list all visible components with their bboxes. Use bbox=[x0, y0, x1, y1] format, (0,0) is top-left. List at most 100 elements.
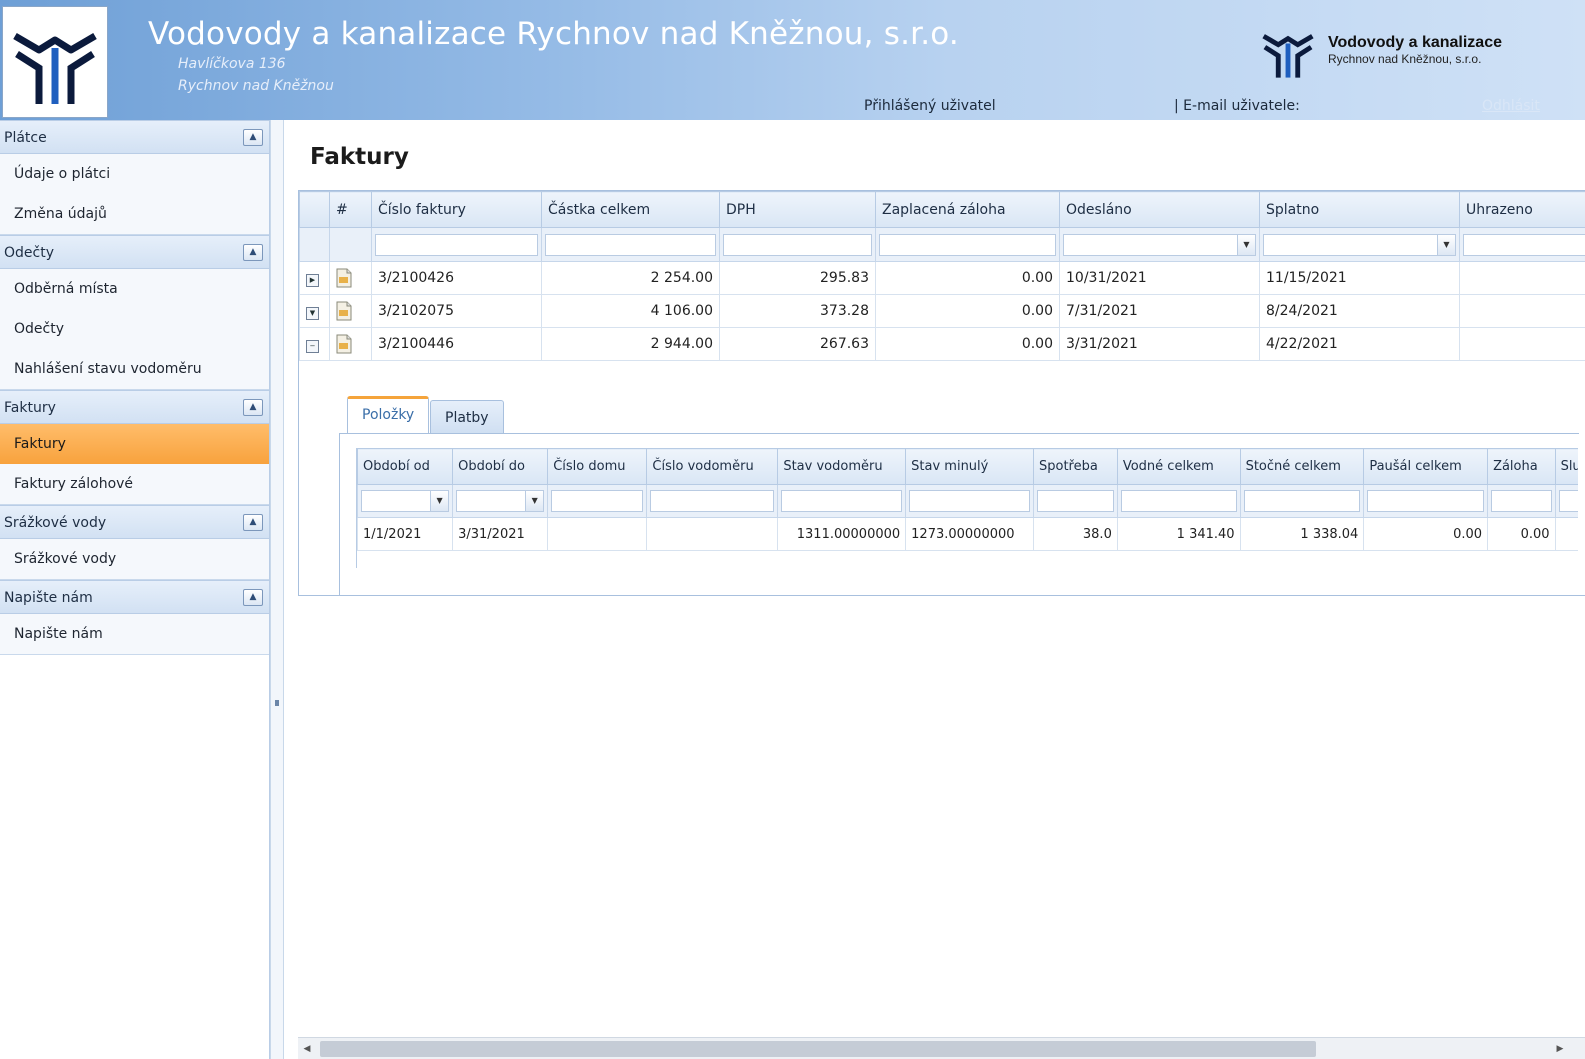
column-header-odeslano[interactable]: Odesláno bbox=[1059, 191, 1260, 228]
filter-sluzby[interactable] bbox=[1558, 490, 1578, 512]
column-header-sluzby[interactable]: Služ bbox=[1554, 448, 1578, 485]
items-grid: Období od Období do Číslo domu Číslo vod… bbox=[356, 448, 1578, 568]
filter-cislo-domu[interactable] bbox=[551, 490, 644, 512]
filter-spotreba[interactable] bbox=[1036, 490, 1114, 512]
company-title: Vodovody a kanalizace Rychnov nad Kněžno… bbox=[148, 16, 959, 52]
filter-stocne-celkem[interactable] bbox=[1243, 490, 1361, 512]
cell-dph: 295.83 bbox=[719, 261, 876, 295]
vak-logo-icon bbox=[13, 32, 97, 104]
column-header-vodne-celkem[interactable]: Vodné celkem bbox=[1116, 448, 1241, 485]
column-header-stav-vodomeru[interactable]: Stav vodoměru bbox=[777, 448, 907, 485]
cell-cislo-faktury: 3/2102075 bbox=[371, 294, 542, 328]
sidebar: Plátce ▲ Údaje o plátci Změna údajů Odeč… bbox=[0, 120, 270, 1059]
collapse-up-icon[interactable]: ▲ bbox=[243, 399, 263, 416]
scrollbar-thumb[interactable] bbox=[320, 1041, 1316, 1057]
column-header-cislo-faktury[interactable]: Číslo faktury bbox=[371, 191, 542, 228]
cell-spotreba: 38.0 bbox=[1032, 517, 1118, 551]
nav-group-header[interactable]: Odečty ▲ bbox=[0, 235, 269, 269]
nav-item-srazkove-vody[interactable]: Srážkové vody bbox=[0, 539, 269, 579]
filter-odeslano[interactable]: ▼ bbox=[1063, 233, 1256, 256]
tab-polozky[interactable]: Položky bbox=[347, 396, 430, 434]
column-header-zaplacena-zaloha[interactable]: Zaplacená záloha bbox=[875, 191, 1060, 228]
column-header-index[interactable]: # bbox=[329, 191, 372, 228]
nav-item-faktury[interactable]: Faktury bbox=[0, 424, 269, 464]
dropdown-arrow-icon[interactable]: ▼ bbox=[1237, 234, 1255, 255]
document-icon[interactable] bbox=[336, 334, 352, 354]
column-header-cislo-vodomeru[interactable]: Číslo vodoměru bbox=[646, 448, 779, 485]
filter-obdobi-do[interactable]: ▼ bbox=[456, 490, 545, 512]
column-header-stocne-celkem[interactable]: Stočné celkem bbox=[1239, 448, 1365, 485]
column-header-pausal-celkem[interactable]: Paušál celkem bbox=[1363, 448, 1489, 485]
nav-group-title: Odečty bbox=[4, 245, 54, 261]
dropdown-arrow-icon[interactable]: ▼ bbox=[525, 491, 544, 511]
user-email-label: | E-mail uživatele: bbox=[1174, 98, 1300, 114]
column-header-dph[interactable]: DPH bbox=[719, 191, 876, 228]
cell-uhrazeno bbox=[1459, 327, 1585, 361]
filter-cislo-vodomeru[interactable] bbox=[650, 490, 775, 512]
nav-item-udaje-o-platci[interactable]: Údaje o plátci bbox=[0, 154, 269, 194]
tab-platby[interactable]: Platby bbox=[430, 400, 504, 434]
filter-pausal-celkem[interactable] bbox=[1367, 490, 1485, 512]
scroll-left-icon[interactable]: ◀ bbox=[300, 1041, 314, 1057]
logout-link[interactable]: Odhlásit bbox=[1482, 98, 1540, 114]
table-row[interactable]: − 3/2100446 2 944.00 267.63 0.00 3/31/20… bbox=[299, 327, 1585, 361]
column-header-obdobi-do[interactable]: Období do bbox=[452, 448, 549, 485]
invoices-grid: # Číslo faktury Částka celkem DPH Zaplac… bbox=[298, 190, 1585, 596]
nav-item-napiste-nam[interactable]: Napište nám bbox=[0, 614, 269, 654]
collapse-up-icon[interactable]: ▲ bbox=[243, 514, 263, 531]
filter-castka-celkem[interactable] bbox=[545, 233, 716, 256]
column-header-spotreba[interactable]: Spotřeba bbox=[1032, 448, 1118, 485]
filter-stav-vodomeru[interactable] bbox=[781, 490, 903, 512]
nav-group-title: Napište nám bbox=[4, 590, 93, 606]
table-row[interactable]: ▼ 3/2102075 4 106.00 373.28 0.00 7/31/20… bbox=[299, 294, 1585, 328]
filter-uhrazeno[interactable] bbox=[1463, 233, 1585, 256]
column-header-stav-minuly[interactable]: Stav minulý bbox=[905, 448, 1034, 485]
column-header-castka-celkem[interactable]: Částka celkem bbox=[541, 191, 720, 228]
cell-odeslano: 10/31/2021 bbox=[1059, 261, 1260, 295]
cell-zaplacena-zaloha: 0.00 bbox=[875, 294, 1060, 328]
expand-column-header bbox=[299, 191, 330, 228]
cell-stocne-celkem: 1 338.04 bbox=[1239, 517, 1365, 551]
nav-group-header[interactable]: Plátce ▲ bbox=[0, 120, 269, 154]
dropdown-arrow-icon[interactable]: ▼ bbox=[430, 491, 449, 511]
dropdown-arrow-icon[interactable]: ▼ bbox=[1437, 234, 1455, 255]
horizontal-scrollbar[interactable]: ◀ ▶ bbox=[298, 1037, 1585, 1059]
page-title: Faktury bbox=[310, 144, 409, 170]
scroll-right-icon[interactable]: ▶ bbox=[1553, 1041, 1567, 1057]
nav-group-header[interactable]: Napište nám ▲ bbox=[0, 580, 269, 614]
column-header-splatno[interactable]: Splatno bbox=[1259, 191, 1460, 228]
column-header-obdobi-od[interactable]: Období od bbox=[357, 448, 454, 485]
table-row[interactable]: ▶ 3/2100426 2 254.00 295.83 0.00 10/31/2… bbox=[299, 261, 1585, 295]
filter-splatno[interactable]: ▼ bbox=[1263, 233, 1456, 256]
column-header-uhrazeno[interactable]: Uhrazeno bbox=[1459, 191, 1585, 228]
sidebar-splitter[interactable] bbox=[270, 120, 284, 1059]
filter-dph[interactable] bbox=[723, 233, 872, 256]
collapse-up-icon[interactable]: ▲ bbox=[243, 129, 263, 146]
collapse-icon[interactable]: − bbox=[306, 339, 319, 353]
nav-item-odecty[interactable]: Odečty bbox=[0, 309, 269, 349]
expand-icon[interactable]: ▶ bbox=[306, 273, 319, 287]
nav-group-header[interactable]: Faktury ▲ bbox=[0, 390, 269, 424]
document-icon[interactable] bbox=[336, 301, 352, 321]
table-row[interactable]: 1/1/2021 3/31/2021 1311.00000000 1273.00… bbox=[357, 517, 1578, 551]
cell-dph: 373.28 bbox=[719, 294, 876, 328]
collapse-up-icon[interactable]: ▲ bbox=[243, 589, 263, 606]
filter-cislo-faktury[interactable] bbox=[375, 233, 538, 256]
filter-stav-minuly[interactable] bbox=[909, 490, 1030, 512]
cell-cislo-faktury: 3/2100446 bbox=[371, 327, 542, 361]
column-header-zaloha[interactable]: Záloha bbox=[1487, 448, 1556, 485]
company-logo[interactable] bbox=[2, 6, 108, 118]
document-icon[interactable] bbox=[336, 268, 352, 288]
filter-vodne-celkem[interactable] bbox=[1120, 490, 1237, 512]
filter-zaloha[interactable] bbox=[1491, 490, 1552, 512]
nav-group-header[interactable]: Srážkové vody ▲ bbox=[0, 505, 269, 539]
nav-item-zmena-udaju[interactable]: Změna údajů bbox=[0, 194, 269, 234]
filter-zaplacena-zaloha[interactable] bbox=[879, 233, 1056, 256]
nav-item-nahlaseni-stavu[interactable]: Nahlášení stavu vodoměru bbox=[0, 349, 269, 389]
nav-item-odberna-mista[interactable]: Odběrná místa bbox=[0, 269, 269, 309]
collapse-up-icon[interactable]: ▲ bbox=[243, 244, 263, 261]
expand-icon[interactable]: ▼ bbox=[306, 306, 319, 320]
filter-obdobi-od[interactable]: ▼ bbox=[361, 490, 450, 512]
nav-item-faktury-zalohove[interactable]: Faktury zálohové bbox=[0, 464, 269, 504]
column-header-cislo-domu[interactable]: Číslo domu bbox=[547, 448, 648, 485]
